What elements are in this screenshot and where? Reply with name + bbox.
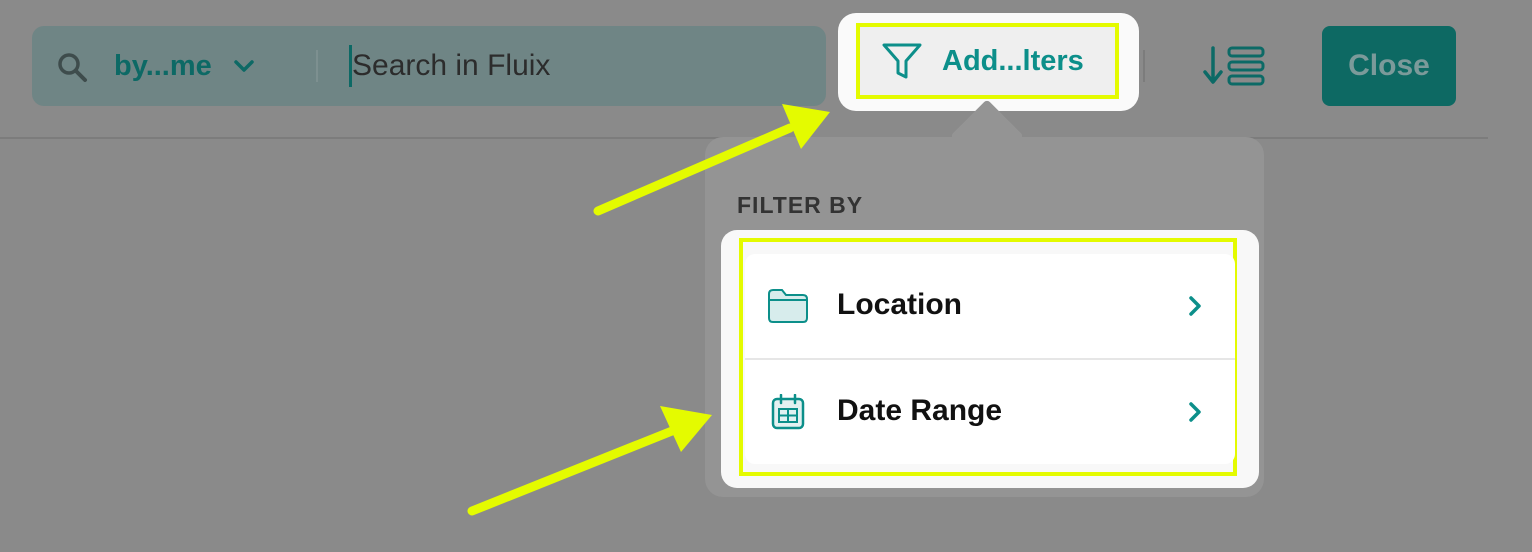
- search-icon: [58, 53, 87, 82]
- filter-options-list: Location Date Range: [745, 254, 1235, 464]
- calendar-icon: [771, 394, 805, 430]
- toolbar-separator: [1143, 50, 1145, 82]
- popover-title: FILTER BY: [737, 192, 864, 218]
- add-filters-label: Add...lters: [942, 44, 1084, 77]
- search-scope-label: by...me: [114, 49, 212, 82]
- filter-options-spotlight: Location Date Range: [721, 230, 1259, 488]
- search-input[interactable]: [352, 42, 792, 90]
- close-button[interactable]: Close: [1322, 26, 1456, 106]
- chevron-down-icon: [234, 60, 254, 72]
- chevron-right-icon: [1189, 402, 1201, 422]
- filter-option-date-range[interactable]: Date Range: [745, 360, 1235, 464]
- folder-icon: [768, 289, 808, 323]
- filter-popover: FILTER BY Location Date Range: [705, 137, 1264, 497]
- add-filters-button[interactable]: Add...lters: [856, 23, 1119, 99]
- search-scope-dropdown[interactable]: by...me: [114, 48, 256, 84]
- filter-option-location[interactable]: Location: [745, 254, 1235, 360]
- search-separator: [316, 50, 318, 82]
- filter-option-label: Location: [837, 288, 962, 321]
- search-bar: by...me: [32, 26, 826, 106]
- chevron-right-icon: [1189, 296, 1201, 316]
- annotation-arrow-options: [467, 406, 712, 516]
- filter-option-label: Date Range: [837, 394, 1003, 427]
- filters-button-spotlight: Add...lters: [838, 13, 1139, 111]
- funnel-icon: [882, 43, 922, 79]
- sort-icon[interactable]: [1203, 46, 1265, 88]
